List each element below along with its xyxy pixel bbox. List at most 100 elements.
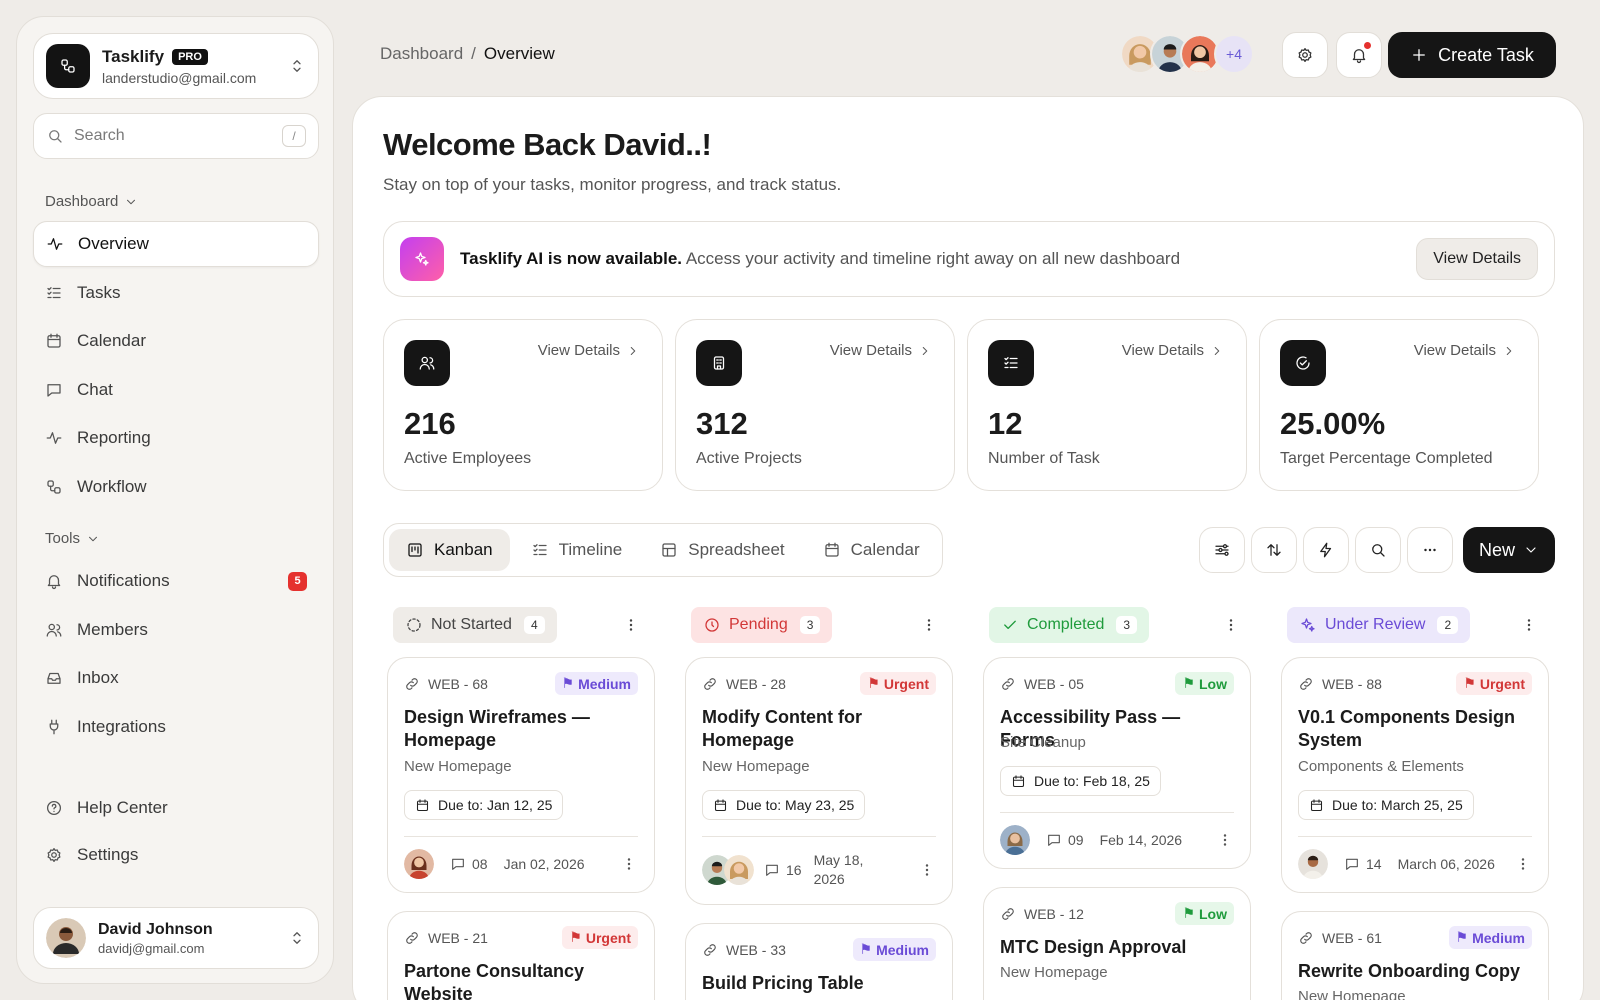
task-card[interactable]: WEB - 88 ⚑ Urgent V0.1 Components Design … — [1281, 657, 1549, 893]
sidebar-item-workflow[interactable]: Workflow — [33, 464, 319, 510]
flag-icon: ⚑ — [561, 675, 575, 691]
comment-count[interactable]: 14 — [1344, 856, 1382, 872]
column-menu-button[interactable] — [621, 615, 641, 635]
view-details-label: View Details — [1413, 342, 1496, 359]
section-dashboard-toggle[interactable]: Dashboard — [45, 193, 138, 210]
workspace-switcher[interactable]: Tasklify PRO landerstudio@gmail.com — [33, 33, 319, 99]
task-card[interactable]: WEB - 12 ⚑ Low MTC Design Approval New Ho… — [983, 887, 1251, 1000]
task-menu-button[interactable] — [1514, 855, 1532, 873]
new-dropdown-button[interactable]: New — [1463, 527, 1555, 573]
more-members-count[interactable]: +4 — [1214, 34, 1254, 74]
sparkles-icon — [400, 237, 444, 281]
sort-button[interactable] — [1251, 527, 1297, 573]
task-card[interactable]: WEB - 21 ⚑ Urgent Partone Consultancy Web… — [387, 911, 655, 1000]
view-details-label: View Details — [1121, 342, 1204, 359]
comment-count[interactable]: 09 — [1046, 832, 1084, 848]
task-card[interactable]: WEB - 33 ⚑ Medium Build Pricing Table — [685, 923, 953, 1000]
board-search-button[interactable] — [1355, 527, 1401, 573]
search-input[interactable]: Search — [74, 127, 282, 145]
sidebar-item-help-center[interactable]: Help Center — [33, 785, 319, 831]
breadcrumb-root[interactable]: Dashboard — [380, 44, 463, 64]
task-project: New Homepage — [404, 758, 512, 775]
sidebar-item-integrations[interactable]: Integrations — [33, 704, 319, 750]
task-card[interactable]: WEB - 68 ⚑ Medium Design Wireframes — Hom… — [387, 657, 655, 893]
column-title: Completed — [1027, 616, 1105, 633]
more-vertical-icon — [629, 619, 633, 631]
task-menu-button[interactable] — [620, 855, 638, 873]
sidebar-item-notifications[interactable]: Notifications 5 — [33, 558, 319, 604]
sidebar-item-settings[interactable]: Settings — [33, 832, 319, 878]
create-task-button[interactable]: Create Task — [1388, 32, 1556, 78]
sidebar-item-label: Chat — [77, 380, 113, 399]
table-icon — [662, 543, 676, 557]
tab-spreadsheet[interactable]: Spreadsheet — [643, 529, 801, 571]
calendar-icon — [825, 542, 839, 557]
more-options-button[interactable] — [1407, 527, 1453, 573]
sidebar-item-tasks[interactable]: Tasks — [33, 270, 319, 316]
filter-button[interactable] — [1199, 527, 1245, 573]
view-details-link[interactable]: View Details — [1122, 342, 1224, 359]
task-code-label: WEB - 88 — [1322, 676, 1382, 692]
avatar — [724, 855, 754, 885]
view-details-link[interactable]: View Details — [830, 342, 932, 359]
column-menu-button[interactable] — [919, 615, 939, 635]
view-details-link[interactable]: View Details — [538, 342, 640, 359]
comment-count[interactable]: 16 — [764, 862, 802, 878]
view-details-link[interactable]: View Details — [1414, 342, 1516, 359]
tab-timeline[interactable]: Timeline — [514, 529, 640, 571]
column-completed[interactable]: Completed 3 — [989, 607, 1150, 643]
priority-label: Urgent — [883, 675, 929, 692]
section-dashboard-label: Dashboard — [45, 193, 119, 210]
task-card[interactable]: WEB - 05 ⚑ Low Accessibility Pass — Forms… — [983, 657, 1251, 869]
column-menu-button[interactable] — [1519, 615, 1539, 635]
user-profile-switcher[interactable]: David Johnson davidj@gmail.com — [33, 907, 319, 969]
check-icon — [1004, 620, 1016, 630]
ai-announcement-banner: Tasklify AI is now available. Access you… — [383, 221, 1555, 297]
banner-view-details-button[interactable]: View Details — [1416, 238, 1538, 280]
column-under-review[interactable]: Under Review 2 — [1287, 607, 1471, 643]
column-count: 4 — [523, 616, 545, 634]
sidebar-item-reporting[interactable]: Reporting — [33, 415, 319, 461]
task-code: WEB - 28 — [702, 676, 786, 692]
automation-button[interactable] — [1303, 527, 1349, 573]
workspace-name: Tasklify — [102, 46, 165, 66]
workspace-logo-icon — [46, 44, 90, 88]
stat-label: Active Projects — [696, 450, 802, 467]
sparkles-icon — [1301, 618, 1315, 632]
task-menu-button[interactable] — [918, 861, 936, 879]
search-box[interactable]: Search / — [33, 113, 319, 159]
task-project: Site Cleanup — [1000, 734, 1086, 751]
workspace-email: landerstudio@gmail.com — [102, 69, 257, 86]
sidebar-item-overview[interactable]: Overview — [33, 221, 319, 267]
sidebar-item-members[interactable]: Members — [33, 607, 319, 653]
task-card[interactable]: WEB - 28 ⚑ Urgent Modify Content for Home… — [685, 657, 953, 905]
tab-label: Spreadsheet — [688, 540, 785, 559]
section-tools-toggle[interactable]: Tools — [45, 530, 100, 547]
due-date: Due to: Jan 12, 25 — [438, 797, 553, 813]
workflow-icon — [47, 480, 61, 494]
flag-icon: ⚑ — [1182, 675, 1195, 691]
column-pending[interactable]: Pending 3 — [691, 607, 833, 643]
tab-kanban[interactable]: Kanban — [389, 529, 510, 571]
kanban-icon — [408, 543, 422, 557]
sidebar-item-calendar[interactable]: Calendar — [33, 318, 319, 364]
settings-button[interactable] — [1282, 32, 1328, 78]
column-not-started[interactable]: Not Started 4 — [393, 607, 557, 643]
column-menu-button[interactable] — [1221, 615, 1241, 635]
flag-icon: ⚑ — [867, 675, 880, 691]
task-title: Design Wireframes — Homepage — [404, 707, 590, 750]
lightning-icon — [1320, 542, 1332, 558]
task-code-label: WEB - 68 — [428, 676, 488, 692]
task-card[interactable]: WEB - 61 ⚑ Medium Rewrite Onboarding Copy… — [1281, 911, 1549, 1000]
sidebar-item-chat[interactable]: Chat — [33, 367, 319, 413]
sidebar-item-inbox[interactable]: Inbox — [33, 655, 319, 701]
task-code: WEB - 21 — [404, 930, 488, 946]
task-menu-button[interactable] — [1216, 831, 1234, 849]
priority-label: Low — [1199, 675, 1227, 692]
tab-calendar[interactable]: Calendar — [806, 529, 937, 571]
member-avatars[interactable]: +4 — [1120, 34, 1254, 74]
task-title: Partone Consultancy Website — [404, 961, 585, 1000]
sidebar-item-label: Calendar — [77, 331, 146, 350]
notifications-button[interactable] — [1336, 32, 1382, 78]
comment-count[interactable]: 08 — [450, 856, 488, 872]
